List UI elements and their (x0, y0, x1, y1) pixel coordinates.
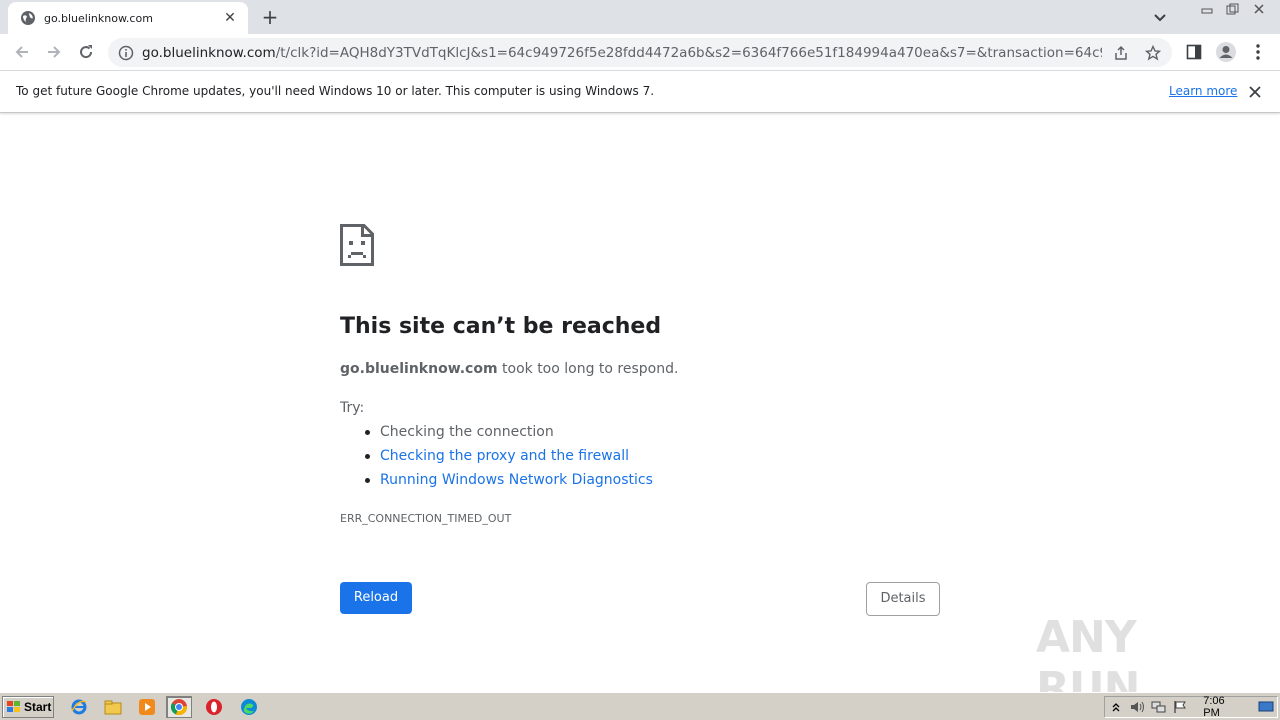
tab-title: go.bluelinknow.com (44, 11, 153, 25)
minimize-button[interactable] (1194, 0, 1220, 17)
flag-icon (1174, 701, 1187, 713)
speaker-icon (1131, 701, 1145, 713)
chrome-icon (170, 699, 188, 716)
taskbar-media-player[interactable] (134, 696, 160, 718)
learn-more-link[interactable]: Learn more (1169, 84, 1237, 98)
taskbar-ie[interactable] (66, 696, 92, 718)
show-desktop-button[interactable] (1255, 699, 1277, 715)
share-icon[interactable] (1113, 45, 1129, 61)
anyrun-watermark: ANY RUN (1036, 606, 1236, 714)
suggestion-network-diagnostics-link[interactable]: Running Windows Network Diagnostics (365, 472, 653, 496)
suggestion-check-connection: Checking the connection (365, 424, 653, 448)
address-bar[interactable]: go.bluelinknow.com/t/clk?id=AQH8dY3TVdTq… (108, 38, 1172, 67)
desktop-icon (1258, 701, 1274, 712)
new-tab-button[interactable]: + (258, 6, 282, 28)
taskbar-opera[interactable] (201, 696, 227, 718)
opera-icon (206, 699, 222, 715)
suggestion-list: Checking the connection Checking the pro… (365, 424, 653, 496)
error-summary: go.bluelinknow.com took too long to resp… (340, 361, 678, 377)
tab-search-icon[interactable] (1150, 7, 1170, 27)
taskbar-clock: 7:06 PM (1203, 695, 1225, 719)
error-host: go.bluelinknow.com (340, 361, 498, 377)
back-arrow-icon (15, 46, 28, 58)
reload-icon (80, 45, 93, 59)
tab-strip: go.bluelinknow.com ✕ + (0, 0, 1280, 34)
ie-icon (71, 699, 87, 715)
start-button[interactable]: Start (2, 696, 54, 718)
restore-button[interactable] (1220, 0, 1246, 17)
explorer-icon (104, 700, 122, 715)
window-controls (1194, 0, 1272, 18)
browser-toolbar: go.bluelinknow.com/t/clk?id=AQH8dY3TVdTq… (0, 34, 1280, 71)
url-text: go.bluelinknow.com/t/clk?id=AQH8dY3TVdTq… (142, 45, 1102, 61)
network-icon (1151, 701, 1166, 713)
side-panel-icon (1186, 44, 1202, 60)
windows-logo-icon (7, 701, 20, 712)
update-infobar: To get future Google Chrome updates, you… (0, 71, 1280, 113)
edge-icon (241, 699, 257, 715)
side-panel-button[interactable] (1182, 40, 1206, 64)
globe-icon (21, 11, 35, 25)
chevron-up-icon (1112, 703, 1120, 712)
error-summary-text: took too long to respond. (497, 361, 679, 377)
taskbar-edge[interactable] (236, 696, 262, 718)
suggestion-proxy-firewall-link[interactable]: Checking the proxy and the firewall (365, 448, 653, 472)
taskbar-chrome[interactable] (166, 696, 192, 718)
forward-arrow-icon (48, 46, 61, 58)
details-button[interactable]: Details (866, 582, 940, 616)
tab-close-icon[interactable]: ✕ (222, 10, 238, 26)
close-window-button[interactable] (1246, 0, 1272, 17)
forward-button[interactable] (42, 40, 66, 64)
infobar-message: To get future Google Chrome updates, you… (16, 84, 655, 98)
avatar-icon (1216, 42, 1236, 62)
back-button[interactable] (10, 40, 34, 64)
close-icon (1254, 3, 1264, 14)
restore-icon (1226, 3, 1239, 14)
tab-active[interactable]: go.bluelinknow.com ✕ (8, 2, 248, 34)
url-host: go.bluelinknow.com (142, 44, 276, 61)
try-label: Try: (340, 400, 365, 416)
profile-button[interactable] (1214, 40, 1238, 64)
system-tray: 7:06 PM (1104, 695, 1278, 719)
tray-expand-button[interactable] (1105, 699, 1127, 715)
windows-taskbar: Start 7:06 PM (0, 692, 1280, 720)
url-path: /t/clk?id=AQH8dY3TVdTqKlcJ&s1=64c949726f… (275, 44, 1102, 61)
bookmark-star-icon[interactable] (1145, 45, 1161, 61)
reload-toolbar-button[interactable] (74, 40, 98, 64)
infobar-close-icon[interactable] (1247, 84, 1263, 100)
menu-button[interactable] (1246, 40, 1270, 64)
info-icon[interactable] (118, 45, 134, 61)
taskbar-explorer[interactable] (100, 696, 126, 718)
minimize-icon (1201, 8, 1213, 13)
sad-page-icon (340, 224, 374, 266)
kebab-menu-icon (1256, 44, 1260, 60)
error-title: This site can’t be reached (340, 314, 662, 339)
error-code: ERR_CONNECTION_TIMED_OUT (340, 512, 512, 525)
tray-network[interactable] (1148, 699, 1170, 715)
tray-action-center[interactable] (1170, 699, 1192, 715)
tray-volume[interactable] (1127, 699, 1149, 715)
start-label: Start (24, 700, 52, 714)
media-player-icon (139, 699, 155, 715)
reload-button[interactable]: Reload (340, 582, 412, 614)
